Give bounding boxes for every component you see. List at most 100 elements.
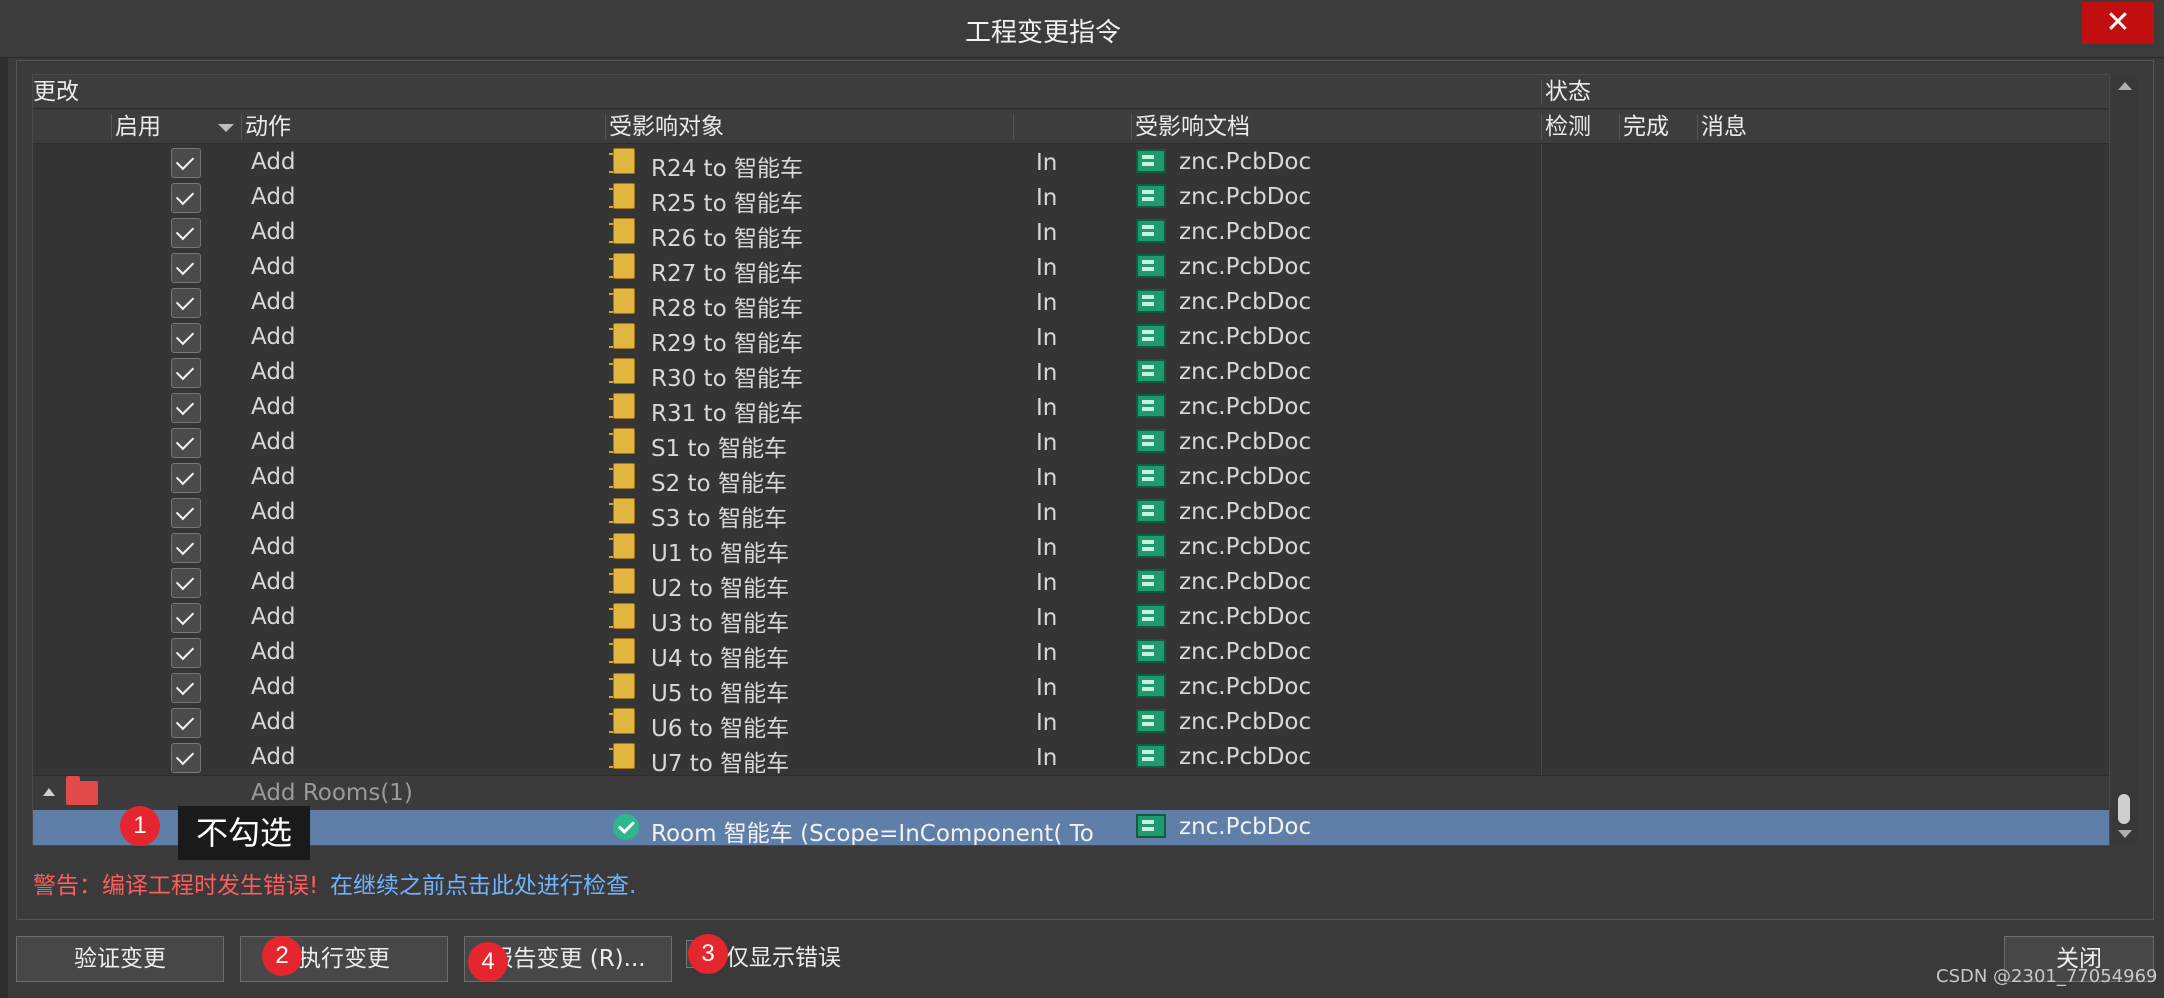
close-window-button[interactable]: ✕ <box>2082 2 2154 44</box>
affected-object-cell: U6 to 智能车 <box>651 716 790 742</box>
status-separator <box>1541 390 1542 425</box>
status-separator <box>1541 565 1542 600</box>
affected-document-cell: znc.PcbDoc <box>1179 254 1312 280</box>
enable-checkbox[interactable] <box>171 358 201 388</box>
table-row[interactable]: Add U4 to 智能车 In znc.PcbDoc <box>33 635 2109 672</box>
enable-checkbox[interactable] <box>171 743 201 773</box>
scroll-down-icon[interactable] <box>2118 830 2132 838</box>
action-cell: Add <box>251 184 296 210</box>
action-cell: Add <box>251 254 296 280</box>
enable-checkbox[interactable] <box>171 428 201 458</box>
expand-collapse-icon[interactable] <box>43 788 55 796</box>
affected-document-cell: znc.PcbDoc <box>1179 289 1312 315</box>
table-row[interactable]: Add S3 to 智能车 In znc.PcbDoc <box>33 495 2109 532</box>
sort-arrow-icon[interactable] <box>218 124 234 132</box>
pcb-document-icon <box>1136 254 1166 278</box>
column-action[interactable]: 动作 <box>245 110 291 144</box>
warning-check-link[interactable]: 在继续之前点击此处进行检查. <box>330 866 636 900</box>
column-check[interactable]: 检测 <box>1545 110 1591 144</box>
scroll-up-icon[interactable] <box>2118 82 2132 90</box>
action-cell: Add <box>251 149 296 175</box>
enable-checkbox[interactable] <box>171 288 201 318</box>
enable-checkbox[interactable] <box>171 708 201 738</box>
group-row-add-rooms[interactable]: Add Rooms(1) <box>33 775 2109 810</box>
action-cell: Add <box>251 289 296 315</box>
affected-object-cell: R30 to 智能车 <box>651 366 803 392</box>
component-icon <box>609 498 635 524</box>
status-separator <box>1541 320 1542 355</box>
in-cell: In <box>1036 465 1058 491</box>
enable-checkbox[interactable] <box>171 393 201 423</box>
table-row[interactable]: Add U3 to 智能车 In znc.PcbDoc <box>33 600 2109 637</box>
component-icon <box>609 568 635 594</box>
enable-checkbox[interactable] <box>171 568 201 598</box>
column-affected-object[interactable]: 受影响对象 <box>609 110 724 144</box>
status-separator <box>1541 145 1542 180</box>
enable-checkbox[interactable] <box>171 638 201 668</box>
table-row[interactable]: Add R26 to 智能车 In znc.PcbDoc <box>33 215 2109 252</box>
scroll-thumb[interactable] <box>2118 794 2130 824</box>
action-cell: Add <box>251 464 296 490</box>
table-row[interactable]: Add R25 to 智能车 In znc.PcbDoc <box>33 180 2109 217</box>
affected-object-cell: R25 to 智能车 <box>651 191 803 217</box>
annotation-badge-3: 3 <box>688 934 728 974</box>
enable-checkbox[interactable] <box>171 463 201 493</box>
column-enable[interactable]: 启用 <box>115 110 161 144</box>
affected-object-cell: R31 to 智能车 <box>651 401 803 427</box>
affected-object-cell: R29 to 智能车 <box>651 331 803 357</box>
vertical-scrollbar[interactable] <box>2112 76 2138 844</box>
table-row[interactable]: Add S1 to 智能车 In znc.PcbDoc <box>33 425 2109 462</box>
enable-checkbox[interactable] <box>171 673 201 703</box>
selected-table-row[interactable]: Room 智能车 (Scope=InComponent( To znc.PcbD… <box>33 810 2109 845</box>
pcb-document-icon <box>1136 394 1166 418</box>
watermark-text: CSDN @2301_77054969 <box>1936 966 2158 987</box>
pcb-document-icon <box>1136 464 1166 488</box>
action-cell: Add <box>251 394 296 420</box>
table-row[interactable]: Add R30 to 智能车 In znc.PcbDoc <box>33 355 2109 392</box>
warning-text: 警告：编译工程时发生错误! <box>33 873 319 899</box>
table-row[interactable]: Add R28 to 智能车 In znc.PcbDoc <box>33 285 2109 322</box>
component-icon <box>609 673 635 699</box>
column-message[interactable]: 消息 <box>1701 110 1747 144</box>
check-circle-icon <box>613 814 639 840</box>
enable-checkbox[interactable] <box>171 218 201 248</box>
table-row[interactable]: Add U1 to 智能车 In znc.PcbDoc <box>33 530 2109 567</box>
status-separator <box>1541 460 1542 495</box>
action-cell: Add <box>251 324 296 350</box>
pcb-document-icon <box>1136 744 1166 768</box>
header-separator <box>1013 114 1014 140</box>
table-row[interactable]: Add S2 to 智能车 In znc.PcbDoc <box>33 460 2109 497</box>
component-icon <box>609 743 635 769</box>
affected-object-cell: U3 to 智能车 <box>651 611 790 637</box>
enable-checkbox[interactable] <box>171 498 201 528</box>
table-row[interactable]: Add U2 to 智能车 In znc.PcbDoc <box>33 565 2109 602</box>
pcb-document-icon <box>1136 709 1166 733</box>
enable-checkbox[interactable] <box>171 533 201 563</box>
table-row[interactable]: Add R31 to 智能车 In znc.PcbDoc <box>33 390 2109 427</box>
affected-document-cell: znc.PcbDoc <box>1179 744 1312 770</box>
component-icon <box>609 708 635 734</box>
in-cell: In <box>1036 605 1058 631</box>
enable-checkbox[interactable] <box>171 148 201 178</box>
affected-object-cell: S1 to 智能车 <box>651 436 787 462</box>
enable-checkbox[interactable] <box>171 323 201 353</box>
enable-checkbox[interactable] <box>171 603 201 633</box>
header-changes: 更改 <box>33 79 79 105</box>
table-row[interactable]: Add U6 to 智能车 In znc.PcbDoc <box>33 705 2109 742</box>
pcb-document-icon <box>1136 814 1166 838</box>
table-row[interactable]: Add R24 to 智能车 In znc.PcbDoc <box>33 145 2109 182</box>
affected-document-cell: znc.PcbDoc <box>1179 464 1312 490</box>
table-row[interactable]: Add U7 to 智能车 In znc.PcbDoc <box>33 740 2109 777</box>
table-row[interactable]: Add R29 to 智能车 In znc.PcbDoc <box>33 320 2109 357</box>
enable-checkbox[interactable] <box>171 183 201 213</box>
table-row[interactable]: Add U5 to 智能车 In znc.PcbDoc <box>33 670 2109 707</box>
enable-checkbox[interactable] <box>171 253 201 283</box>
pcb-document-icon <box>1136 219 1166 243</box>
status-separator <box>1541 530 1542 565</box>
status-separator <box>1541 495 1542 530</box>
table-row[interactable]: Add R27 to 智能车 In znc.PcbDoc <box>33 250 2109 287</box>
column-done[interactable]: 完成 <box>1623 110 1669 144</box>
rows-container: Add R24 to 智能车 In znc.PcbDoc Add R25 to 智能车 I… <box>33 145 2109 845</box>
column-affected-document[interactable]: 受影响文档 <box>1135 110 1250 144</box>
validate-changes-button[interactable]: 验证变更 <box>16 936 224 982</box>
